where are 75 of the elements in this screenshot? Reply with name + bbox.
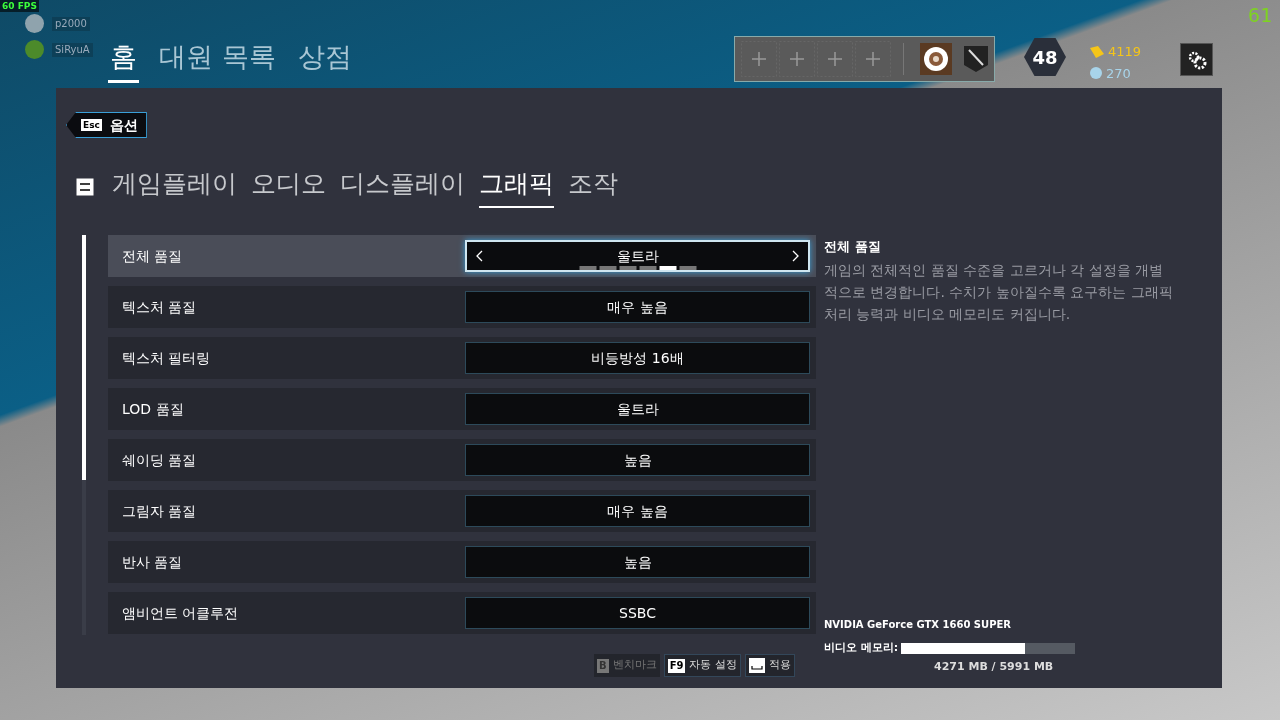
settings-tab[interactable]: 조작 [568,166,618,208]
footer-button[interactable]: 적용 [744,654,795,677]
value-selector[interactable]: 높음 [465,546,810,578]
add-slot-icon[interactable] [741,41,777,77]
quality-step[interactable] [639,266,656,270]
settings-tab[interactable]: 그래픽 [479,166,554,208]
renown-icon [1090,45,1104,58]
setting-value: 매우 높음 [607,297,668,317]
description-text: 게임의 전체적인 품질 수준을 고르거나 각 설정을 개별적으로 변경합니다. 수치가 높아질수록 요구하는 그래픽 처리 능력과 비디오 메모리도 커집니다. [824,260,1174,324]
add-slot-icon[interactable] [855,41,891,77]
value-selector[interactable]: 울트라 [465,240,810,272]
nav-tab[interactable]: 상점 [295,38,354,83]
quality-step[interactable] [659,266,676,270]
key-hint: Esc [81,119,102,131]
setting-value: 매우 높음 [607,501,668,521]
nav-tab[interactable]: 홈 [108,38,139,83]
settings-tab[interactable]: 오디오 [251,166,326,208]
add-slot-icon[interactable] [779,41,815,77]
settings-tab[interactable]: 디스플레이 [340,166,465,208]
fps-counter: 60 FPS [0,0,39,12]
setting-value: 비등방성 16배 [591,348,684,368]
credits-amount: 270 [1106,64,1131,83]
setting-label: 전체 품질 [122,246,183,266]
setting-label: 반사 품질 [122,552,183,572]
setting-row[interactable]: 그림자 품질 매우 높음 [108,490,816,532]
setting-row[interactable]: 텍스처 필터링 비등방성 16배 [108,337,816,379]
slash-badge-icon [964,46,988,72]
quality-step[interactable] [599,266,616,270]
setting-row[interactable]: 텍스처 품질 매우 높음 [108,286,816,328]
spacebar-icon [748,658,765,673]
setting-label: 텍스처 필터링 [122,348,211,368]
memory-label: 비디오 메모리: [824,640,899,656]
value-selector[interactable]: 매우 높음 [465,291,810,323]
renown-amount: 4119 [1108,43,1142,61]
setting-value: 높음 [623,450,652,470]
key-hint: B [597,658,609,673]
setting-label: 앰비언트 어클루전 [122,603,239,623]
value-selector[interactable]: 비등방성 16배 [465,342,810,374]
setting-row[interactable]: 반사 품질 높음 [108,541,816,583]
description-title: 전체 품질 [824,238,882,256]
setting-value: 높음 [623,552,652,572]
footer-button[interactable]: F9 자동 설정 [663,654,741,677]
value-selector[interactable]: 매우 높음 [465,495,810,527]
gpu-name: NVIDIA GeForce GTX 1660 SUPER [824,618,1013,632]
setting-row[interactable]: 쉐이딩 품질 높음 [108,439,816,481]
key-hint: F9 [667,658,686,673]
credit-icon [1090,67,1102,80]
nav-tab[interactable]: 대원 목록 [157,38,278,83]
setting-value: SSBC [619,603,656,623]
options-icon [76,178,94,196]
setting-row[interactable]: 앰비언트 어클루전 SSBC [108,592,816,634]
settings-tab[interactable]: 게임플레이 [112,166,237,208]
coffee-cup-icon [920,43,952,75]
setting-label: 텍스처 품질 [122,297,197,317]
setting-label: 그림자 품질 [122,501,197,521]
add-slot-icon[interactable] [817,41,853,77]
setting-row[interactable]: 전체 품질 울트라 [108,235,816,277]
value-selector[interactable]: SSBC [465,597,810,629]
setting-value: 울트라 [616,399,659,419]
setting-row[interactable]: LOD 품질 울트라 [108,388,816,430]
quality-step[interactable] [579,266,596,270]
back-label: 옵션 [109,115,138,135]
value-selector[interactable]: 울트라 [465,393,810,425]
back-button[interactable]: Esc 옵션 [66,112,147,138]
setting-label: LOD 품질 [122,399,184,419]
settings-icon [1186,49,1207,70]
memory-reading: 4271 MB / 5991 MB [934,658,1055,675]
quality-step[interactable] [619,266,636,270]
quality-step[interactable] [679,266,696,270]
frame-counter: 61 [1247,2,1272,29]
value-selector[interactable]: 높음 [465,444,810,476]
scrollbar-thumb[interactable] [82,235,86,480]
settings-button[interactable] [1180,43,1213,76]
setting-value: 울트라 [616,246,659,266]
setting-label: 쉐이딩 품질 [122,450,197,470]
